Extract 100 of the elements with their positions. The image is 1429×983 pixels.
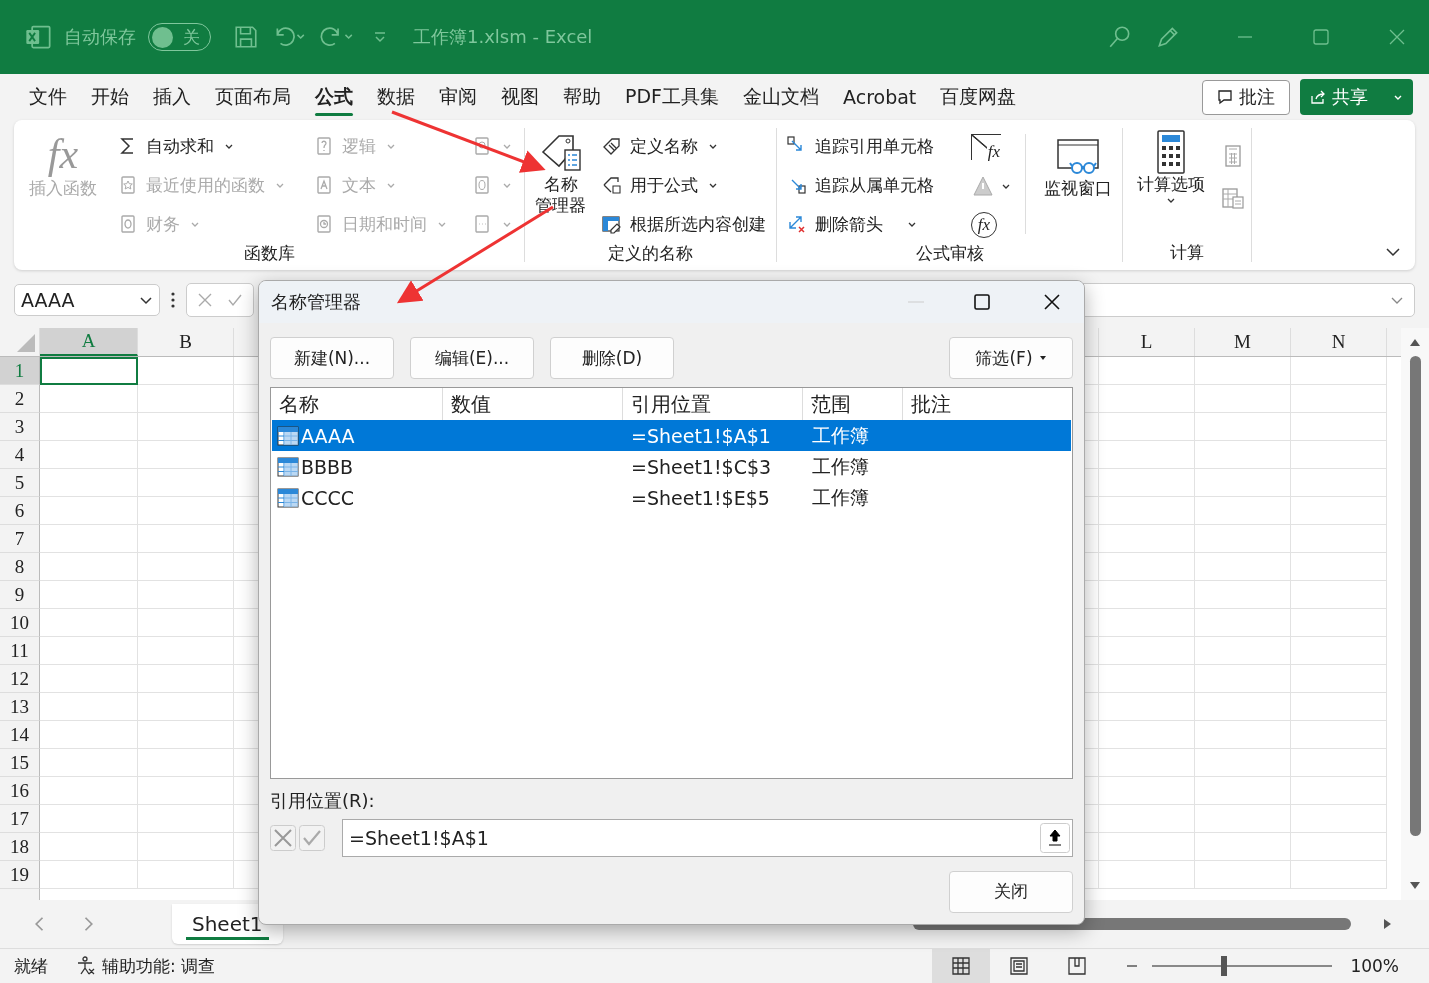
grid-cell[interactable] xyxy=(1195,469,1291,497)
grid-cell[interactable] xyxy=(1195,777,1291,805)
grid-cell[interactable] xyxy=(1291,749,1387,777)
error-check-icon[interactable] xyxy=(971,174,995,198)
grid-cell[interactable] xyxy=(1195,525,1291,553)
filter-button[interactable]: 筛选(F) xyxy=(949,337,1073,379)
select-all-icon[interactable] xyxy=(17,334,35,352)
grid-cell[interactable] xyxy=(1291,413,1387,441)
grid-cell[interactable] xyxy=(40,385,138,413)
grid-cell[interactable] xyxy=(1195,441,1291,469)
grid-cell[interactable] xyxy=(1195,665,1291,693)
grid-cell[interactable] xyxy=(138,469,234,497)
grid-cell[interactable] xyxy=(40,553,138,581)
grid-cell[interactable] xyxy=(40,469,138,497)
grid-cell[interactable] xyxy=(1099,497,1195,525)
grid-cell[interactable] xyxy=(1099,441,1195,469)
watch-window-button[interactable]: 监视窗口 xyxy=(1040,126,1116,242)
grid-cell[interactable] xyxy=(1099,749,1195,777)
grid-cell[interactable] xyxy=(1195,693,1291,721)
grid-cell[interactable] xyxy=(1195,553,1291,581)
ribbon-tab[interactable]: 插入 xyxy=(142,78,202,116)
dialog-button[interactable]: 新建(N)... xyxy=(270,337,394,379)
grid-cell[interactable] xyxy=(1291,581,1387,609)
ribbon-button[interactable]: 追踪引用单元格 xyxy=(783,128,963,164)
grid-cell[interactable] xyxy=(40,805,138,833)
row-header[interactable]: 9 xyxy=(0,581,40,609)
collapse-dialog-icon[interactable] xyxy=(1040,823,1070,853)
grid-cell[interactable] xyxy=(138,357,234,385)
grid-cell[interactable] xyxy=(40,497,138,525)
grid-cell[interactable] xyxy=(138,861,234,889)
column-header[interactable]: N xyxy=(1291,328,1387,356)
grid-cell[interactable] xyxy=(1291,777,1387,805)
grid-cell[interactable] xyxy=(138,833,234,861)
grid-cell[interactable] xyxy=(138,665,234,693)
ribbon-button[interactable]: 追踪从属单元格 xyxy=(783,167,963,203)
grid-cell[interactable] xyxy=(1195,637,1291,665)
grid-cell[interactable] xyxy=(138,525,234,553)
row-header[interactable]: 4 xyxy=(0,441,40,469)
grid-cell[interactable] xyxy=(1291,497,1387,525)
accessibility-status[interactable]: 辅助功能: 调查 xyxy=(102,954,216,978)
column-header[interactable]: 批注 xyxy=(903,388,1072,420)
page-break-icon[interactable] xyxy=(1067,956,1088,976)
grid-cell[interactable] xyxy=(40,749,138,777)
grid-cell[interactable] xyxy=(1099,469,1195,497)
row-header[interactable]: 11 xyxy=(0,637,40,665)
grid-cell[interactable] xyxy=(40,413,138,441)
grid-cell[interactable] xyxy=(138,497,234,525)
name-row[interactable]: CCCC =Sheet1!$E$5 工作簿 xyxy=(272,482,1071,513)
sheet-calculator-icon[interactable] xyxy=(1221,186,1245,210)
row-header[interactable]: 12 xyxy=(0,665,40,693)
row-header[interactable]: 3 xyxy=(0,413,40,441)
grid-cell[interactable] xyxy=(1195,721,1291,749)
vertical-scrollbar[interactable] xyxy=(1401,328,1429,900)
grid-cell[interactable] xyxy=(40,637,138,665)
cancel-icon[interactable] xyxy=(197,292,213,308)
name-box[interactable]: AAAA xyxy=(14,284,160,316)
row-header[interactable]: 8 xyxy=(0,553,40,581)
row-header[interactable]: 17 xyxy=(0,805,40,833)
grid-cell[interactable] xyxy=(40,609,138,637)
grid-cell[interactable] xyxy=(138,749,234,777)
grid-cell[interactable] xyxy=(1291,469,1387,497)
row-header[interactable]: 14 xyxy=(0,721,40,749)
grid-cell[interactable] xyxy=(40,777,138,805)
ribbon-tab[interactable]: 页面布局 xyxy=(204,78,302,116)
grid-cell[interactable] xyxy=(1291,441,1387,469)
normal-view-icon[interactable] xyxy=(951,956,972,976)
grid-cell[interactable] xyxy=(138,721,234,749)
column-header[interactable]: M xyxy=(1195,328,1291,356)
row-header[interactable]: 15 xyxy=(0,749,40,777)
grid-cell[interactable] xyxy=(1291,637,1387,665)
name-row[interactable]: AAAA =Sheet1!$A$1 工作簿 xyxy=(272,420,1071,451)
grid-cell[interactable] xyxy=(1291,609,1387,637)
grid-cell[interactable] xyxy=(1291,721,1387,749)
grid-cell[interactable] xyxy=(1099,833,1195,861)
calculation-options-button[interactable]: 计算选项 xyxy=(1129,126,1213,241)
pen-icon[interactable] xyxy=(1155,24,1181,50)
zoom-level[interactable]: 100% xyxy=(1350,956,1399,976)
grid-cell[interactable] xyxy=(40,581,138,609)
ribbon-button[interactable]: 删除箭头 xyxy=(783,206,963,242)
grid-cell[interactable] xyxy=(40,693,138,721)
column-header[interactable]: L xyxy=(1099,328,1195,356)
grid-cell[interactable] xyxy=(1099,357,1195,385)
grid-cell[interactable] xyxy=(138,805,234,833)
grid-cell[interactable] xyxy=(1291,861,1387,889)
row-header[interactable]: 13 xyxy=(0,693,40,721)
grid-cell[interactable] xyxy=(1099,861,1195,889)
ribbon-button[interactable]: 用于公式 xyxy=(598,167,770,203)
grid-cell[interactable] xyxy=(1099,525,1195,553)
grid-cell[interactable] xyxy=(138,777,234,805)
ribbon-button[interactable]: 自动求和 xyxy=(114,128,294,164)
save-icon[interactable] xyxy=(233,24,259,50)
grid-cell[interactable] xyxy=(1195,833,1291,861)
ribbon-tab[interactable]: 帮助 xyxy=(552,78,612,116)
ribbon-button[interactable]: 定义名称 xyxy=(598,128,770,164)
column-header[interactable]: B xyxy=(138,328,234,356)
ribbon-tab[interactable]: 文件 xyxy=(18,78,78,116)
row-header[interactable]: 19 xyxy=(0,861,40,889)
show-formulas-button[interactable]: fx xyxy=(971,134,1001,160)
grid-cell[interactable] xyxy=(1099,805,1195,833)
row-header[interactable]: 16 xyxy=(0,777,40,805)
